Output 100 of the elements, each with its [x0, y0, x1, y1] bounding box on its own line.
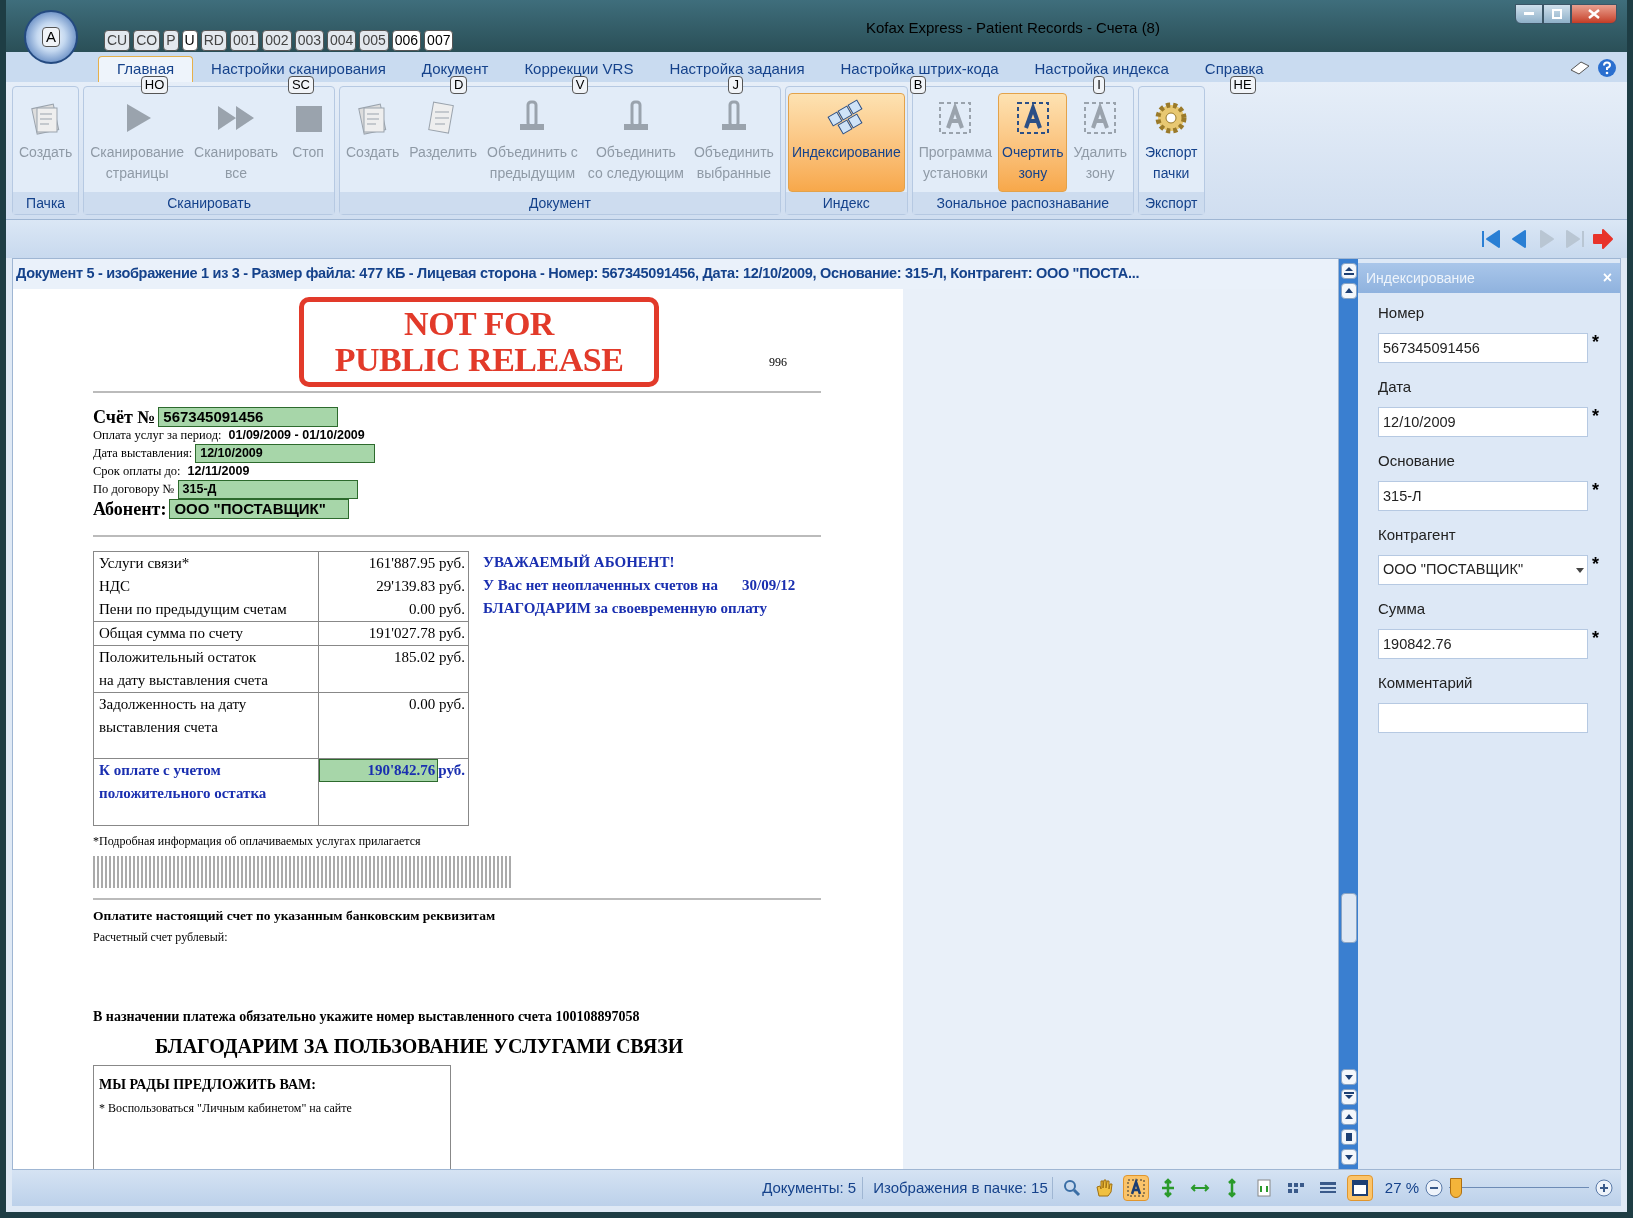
- scroll-bottom-button[interactable]: [1340, 1089, 1357, 1105]
- invoice-label: Оплата услуг за период:: [93, 427, 222, 444]
- invoice-label: По договору №: [93, 481, 175, 498]
- charge-label: Положительный остаток на дату выставления счета: [99, 648, 269, 690]
- required-mark: *: [1592, 555, 1599, 573]
- zoom-slider[interactable]: [1449, 1178, 1589, 1198]
- ribbon-minimize-icon[interactable]: [1569, 60, 1591, 76]
- charge-amount: 191'027.78 руб.: [368, 624, 465, 643]
- invoice-label: Срок оплаты до:: [93, 463, 181, 480]
- keytip: D: [449, 76, 468, 94]
- keytip: CU: [104, 30, 131, 51]
- input-field[interactable]: 315-Л: [1378, 481, 1588, 511]
- invoice-label: Абонент:: [93, 500, 167, 518]
- input-field[interactable]: 12/10/2009: [1378, 407, 1588, 437]
- scroll-down-button[interactable]: [1340, 1069, 1357, 1085]
- charge-label: НДС: [99, 577, 132, 596]
- invoice-value: 315-Д: [177, 480, 358, 499]
- toolbar-button[interactable]: [1122, 1175, 1149, 1201]
- hand-icon: [1093, 1178, 1114, 1198]
- slider-thumb[interactable]: [1450, 1178, 1462, 1198]
- ribbon-button[interactable]: Очертить зону: [998, 93, 1068, 192]
- charge-amount: 161'887.95 руб.: [368, 554, 465, 573]
- maximize-icon: [1552, 9, 1562, 19]
- keytip: V: [571, 76, 589, 94]
- document-info: Документ 5 - изображение 1 из 3 - Размер файла: 477 КБ - Лицевая сторона - Номер: 567345091456, Дата: 12/10/2009, Основание: 315-Л, Контрагент: ООО "ПОСТА...: [15, 264, 1141, 284]
- group-label: Пачка: [13, 192, 79, 214]
- input-field[interactable]: 190842.76: [1378, 629, 1588, 659]
- keytip: CO: [133, 30, 161, 51]
- arrow-icon: [1343, 1112, 1354, 1122]
- invoice-label: Дата выставления:: [93, 445, 193, 462]
- window-title: Kofax Express - Patient Records - Счета (8): [866, 18, 1160, 38]
- field-label: Контрагент: [1378, 525, 1457, 545]
- ribbon-button[interactable]: Экспорт пачки: [1140, 93, 1202, 192]
- minimize-button[interactable]: [1515, 4, 1543, 24]
- notice-text: БЛАГОДАРИМ за своевременную оплату: [483, 599, 767, 618]
- group-label: Экспорт: [1138, 192, 1204, 214]
- zoom-in-icon[interactable]: [1595, 1179, 1613, 1197]
- first-page-icon[interactable]: [1479, 227, 1503, 251]
- charge-label: К оплате с учетом положительного остатка: [99, 761, 268, 803]
- charge-amount: 29'139.83 руб.: [376, 577, 465, 596]
- thanks-heading: БЛАГОДАРИМ ЗА ПОЛЬЗОВАНИЕ УСЛУГАМИ СВЯЗИ: [155, 1034, 685, 1060]
- scroll-top-button[interactable]: [1340, 263, 1357, 279]
- keytip: RD: [200, 30, 227, 51]
- keytip: SC: [287, 76, 314, 94]
- invoice-value: 01/09/2009 - 01/10/2009: [227, 427, 366, 444]
- invoice-value: 12/11/2009: [186, 463, 251, 480]
- field-label: Дата: [1378, 377, 1413, 397]
- zoom-out-icon[interactable]: [1425, 1179, 1443, 1197]
- charge-label: Пени по предыдущим счетам: [99, 600, 288, 619]
- scrollbar[interactable]: [1338, 259, 1358, 1169]
- images-count: Изображения в пачке: 15: [869, 1176, 1053, 1200]
- group-label: Индекс: [785, 192, 907, 214]
- arrow-icon: [1343, 286, 1354, 296]
- keytip: A: [42, 27, 60, 47]
- help-icon[interactable]: [1597, 58, 1617, 78]
- arrow-icon: [1343, 1072, 1354, 1082]
- charge-label: Общая сумма по счету: [99, 624, 245, 643]
- group-label: Документ: [340, 192, 780, 214]
- payment-purpose: В назначении платежа обязательно укажите номер выставленного счета 100108897058: [93, 1008, 641, 1027]
- required-mark: *: [1592, 333, 1599, 351]
- maximize-button[interactable]: [1543, 4, 1571, 24]
- field-label: Сумма: [1378, 599, 1427, 619]
- previous-page-button[interactable]: [1340, 1109, 1357, 1125]
- keytip: 001: [229, 30, 260, 51]
- invoice-value: 567345091456: [158, 407, 339, 427]
- keytip: 004: [327, 30, 357, 51]
- arrow-icon: [1343, 1152, 1354, 1162]
- page-view-icon: [1349, 1178, 1370, 1198]
- next-page-button[interactable]: [1340, 1149, 1357, 1165]
- field-label: Комментарий: [1378, 673, 1474, 693]
- charge-amount: 190'842.76: [319, 759, 439, 782]
- input-field[interactable]: [1378, 703, 1588, 733]
- required-mark: *: [1592, 481, 1599, 499]
- arrow-right-icon[interactable]: [1591, 227, 1615, 251]
- invoice-value: 12/10/2009: [195, 444, 376, 463]
- zoom-icon: [1061, 1178, 1082, 1198]
- ribbon-button[interactable]: Индексирование: [787, 93, 905, 192]
- caret-icon: [1576, 567, 1584, 573]
- page-number: 996: [769, 354, 787, 371]
- scroll-up-button[interactable]: [1340, 283, 1357, 299]
- panel-title: Индексирование: [1366, 268, 1475, 288]
- zone-letter-icon: [1125, 1178, 1146, 1198]
- currency-unit: руб.: [438, 761, 465, 780]
- field-label: Основание: [1378, 451, 1456, 471]
- keytip: 002: [262, 30, 292, 51]
- footnote: *Подробная информация об оплачиваемых услугах прилагается: [93, 833, 422, 850]
- app-orb[interactable]: A: [24, 10, 78, 64]
- dropdown-field[interactable]: ООО "ПОСТАВЩИК": [1378, 555, 1588, 585]
- keytip: P: [163, 30, 179, 51]
- page-button[interactable]: [1340, 1129, 1357, 1145]
- arrow-icon: [1343, 266, 1354, 276]
- minimize-icon: [1524, 12, 1534, 16]
- documents-count: Документы: 5: [756, 1176, 864, 1200]
- scroll-thumb[interactable]: [1340, 893, 1357, 943]
- toolbar-button[interactable]: [1346, 1175, 1373, 1201]
- notice-date: 30/09/12: [742, 576, 796, 595]
- keytip: U: [181, 30, 198, 51]
- close-button[interactable]: [1571, 4, 1617, 24]
- input-field[interactable]: 567345091456: [1378, 333, 1588, 363]
- invoice-label: Счёт №: [93, 408, 156, 426]
